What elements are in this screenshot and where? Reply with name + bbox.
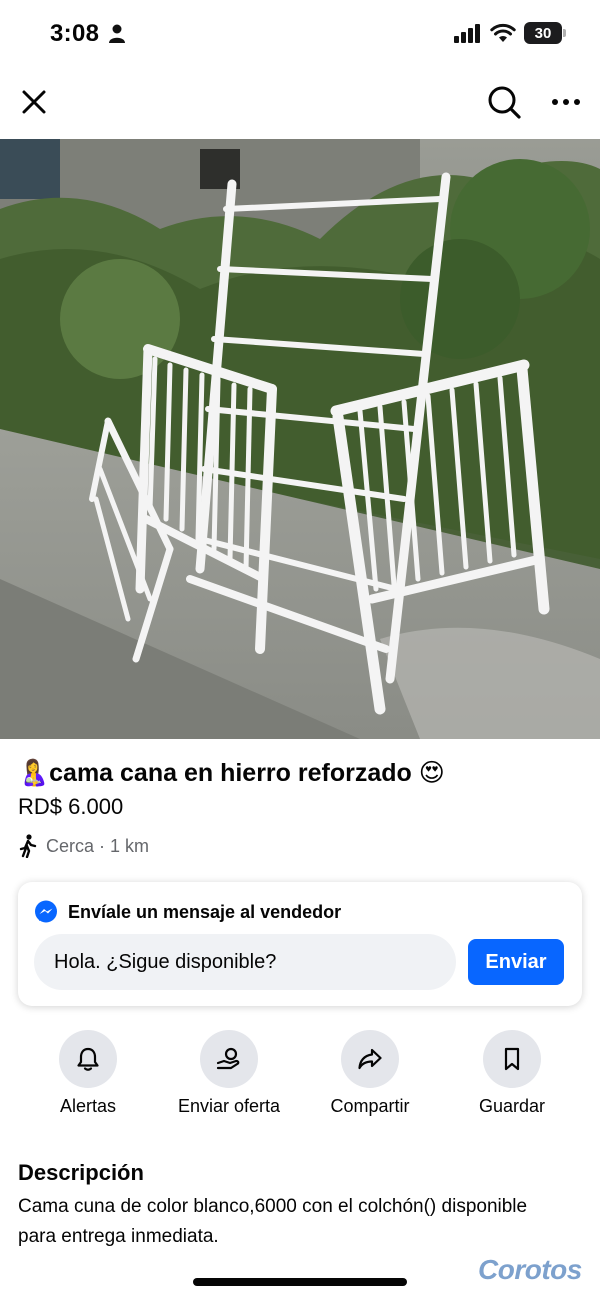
wifi-icon (490, 23, 516, 42)
send-offer-label: Enviar oferta (177, 1096, 281, 1116)
share-label: Compartir (330, 1096, 410, 1116)
message-header-text: Envíale un mensaje al vendedor (68, 901, 342, 922)
title-emoji-start: 🤱 (18, 758, 50, 787)
save-label: Guardar (478, 1096, 546, 1116)
battery-icon: 30 (524, 22, 566, 44)
close-icon[interactable] (18, 86, 50, 118)
message-input[interactable]: Hola. ¿Sigue disponible? (34, 934, 456, 990)
title-emoji-end: 😍 (418, 758, 445, 787)
title-text: cama cana en hierro reforzado (49, 759, 412, 787)
send-button[interactable]: Enviar (468, 939, 564, 985)
description-title: Descripción (18, 1160, 144, 1185)
alerts-circle[interactable] (59, 1030, 117, 1088)
share-button[interactable]: Compartir (300, 1030, 440, 1117)
nav-bar (0, 68, 600, 138)
alerts-button[interactable]: Alertas (18, 1030, 158, 1117)
bookmark-icon (504, 1047, 520, 1071)
save-circle[interactable] (483, 1030, 541, 1088)
listing-photo[interactable] (0, 139, 600, 739)
description-text: Cama cuna de color blanco,6000 con el co… (18, 1196, 528, 1247)
message-seller-card: Envíale un mensaje al vendedor Hola. ¿Si… (18, 882, 582, 1006)
more-icon[interactable] (548, 90, 584, 114)
person-icon (109, 24, 125, 43)
watermark-logo: Corotos (478, 1254, 582, 1285)
listing-price: RD$ 6.000 (18, 794, 124, 819)
save-button[interactable]: Guardar (442, 1030, 582, 1117)
listing-location[interactable]: Cerca · 1 km (18, 834, 149, 858)
status-indicators: 30 (454, 22, 566, 44)
bell-icon (77, 1047, 99, 1071)
status-bar: 3:08 30 (0, 0, 600, 68)
offer-icon (216, 1047, 240, 1070)
share-icon (358, 1048, 382, 1070)
cellular-signal-icon (454, 24, 480, 43)
crib-photo-image (0, 139, 600, 739)
share-circle[interactable] (341, 1030, 399, 1088)
message-input-value: Hola. ¿Sigue disponible? (54, 950, 277, 973)
message-header: Envíale un mensaje al vendedor (34, 900, 341, 924)
send-offer-button[interactable]: Enviar oferta (159, 1030, 299, 1117)
walk-icon (19, 834, 37, 858)
action-row: Alertas Enviar oferta Compartir Guardar (0, 1030, 600, 1120)
home-indicator[interactable] (193, 1278, 407, 1286)
listing-title: 🤱cama cana en hierro reforzado 😍 (18, 756, 588, 790)
send-offer-circle[interactable] (200, 1030, 258, 1088)
messenger-icon (35, 900, 57, 923)
battery-level: 30 (534, 24, 552, 42)
alerts-label: Alertas (59, 1096, 117, 1116)
status-time: 3:08 (50, 20, 100, 47)
search-icon[interactable] (486, 84, 522, 120)
location-text: Cerca · 1 km (46, 835, 150, 856)
